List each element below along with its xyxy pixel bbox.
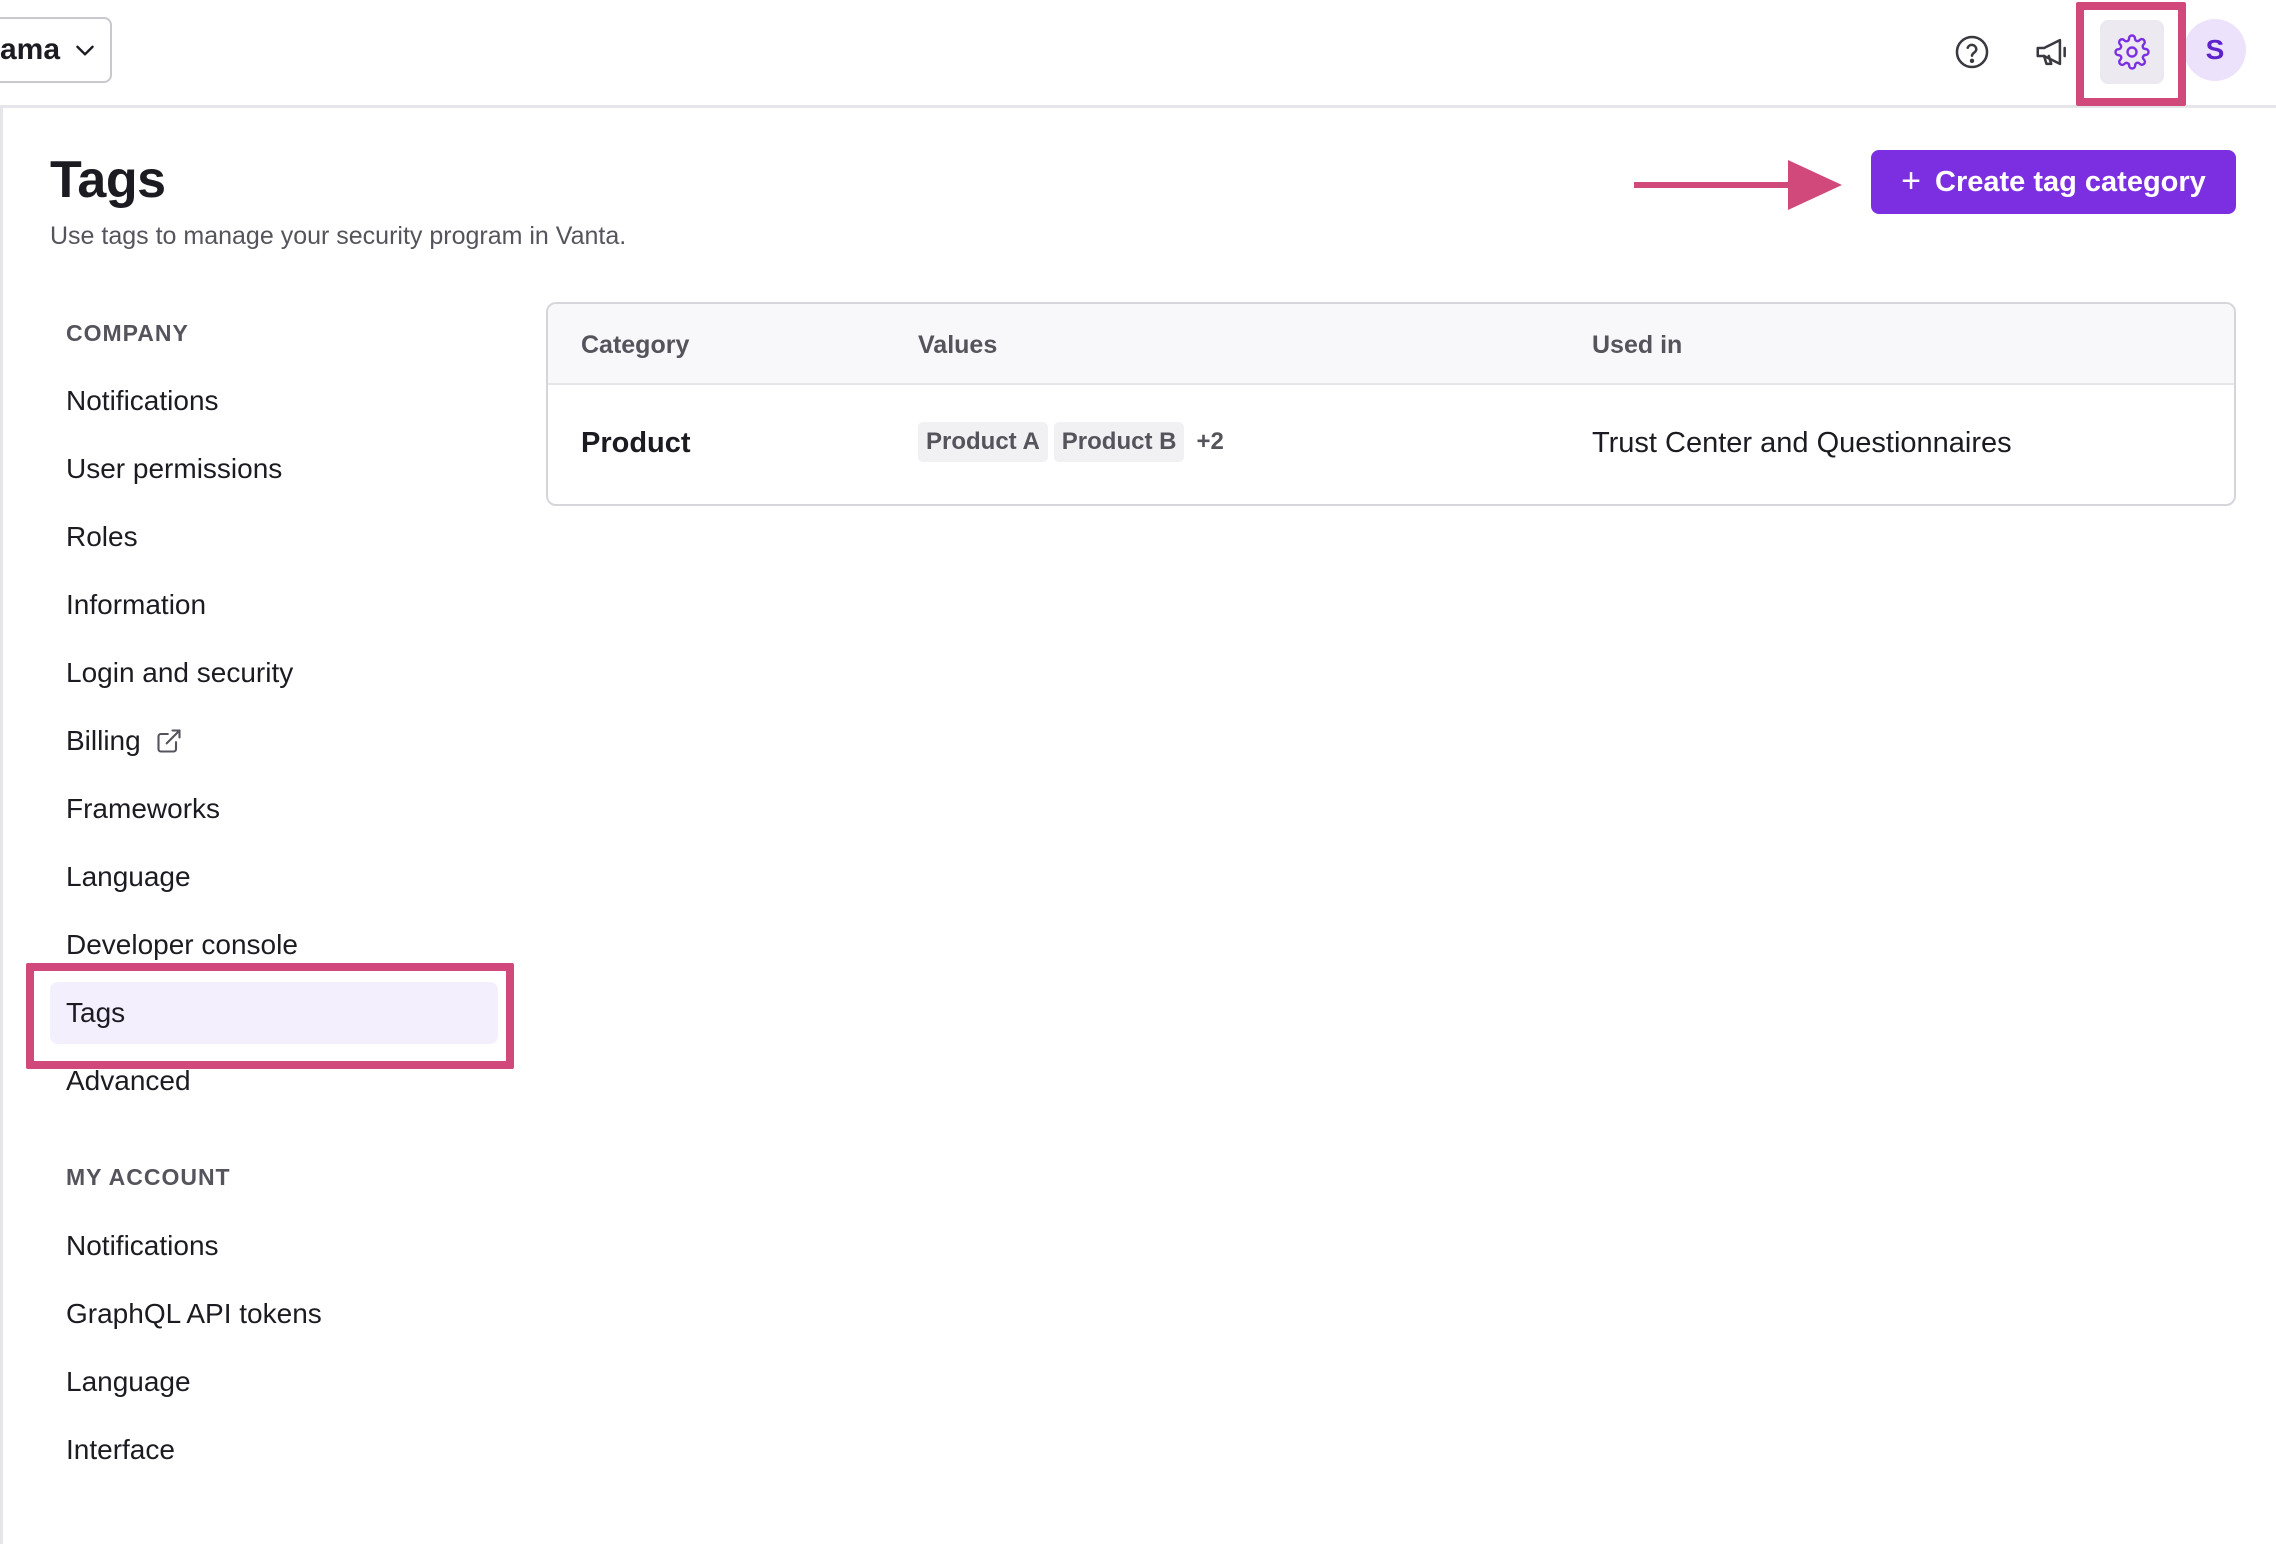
values-cell: Product A Product B +2	[918, 422, 1224, 462]
section-heading-my-account: MY ACCOUNT	[66, 1164, 231, 1190]
page-subtitle: Use tags to manage your security program…	[50, 222, 627, 250]
sidebar-item-label: Roles	[66, 521, 138, 552]
section-heading-company: COMPANY	[66, 320, 189, 346]
sidebar-item-account-notifications[interactable]: Notifications	[50, 1215, 498, 1277]
column-header-used-in[interactable]: Used in	[1592, 331, 1682, 360]
value-chip: Product A	[918, 422, 1048, 462]
more-values-count: +2	[1196, 428, 1224, 455]
sidebar-item-graphql-api-tokens[interactable]: GraphQL API tokens	[50, 1283, 498, 1345]
sidebar-item-label: Billing	[66, 725, 141, 756]
settings-tags-page: ama S Tags Use tags to manage your secur…	[0, 0, 2276, 1544]
settings-highlight-box	[2076, 2, 2186, 106]
sidebar-item-label: Developer console	[66, 929, 298, 960]
tags-highlight-box	[26, 963, 514, 1069]
sidebar-item-language[interactable]: Language	[50, 846, 498, 908]
sidebar-item-label: Advanced	[66, 1065, 191, 1096]
workspace-selector[interactable]: ama	[0, 17, 112, 83]
chevron-down-icon	[76, 45, 94, 56]
top-bar: ama S	[0, 0, 2276, 108]
arrow-annotation-icon	[1634, 160, 1842, 210]
user-avatar[interactable]: S	[2184, 19, 2246, 81]
sidebar-item-label: Information	[66, 589, 207, 620]
create-tag-category-label: Create tag category	[1935, 165, 2206, 198]
value-chip: Product B	[1053, 422, 1185, 462]
sidebar-item-account-language[interactable]: Language	[50, 1351, 498, 1413]
announcements-button[interactable]	[2020, 20, 2084, 84]
external-link-icon	[157, 729, 181, 753]
sidebar-item-roles[interactable]: Roles	[50, 506, 498, 568]
sidebar-item-label: GraphQL API tokens	[66, 1298, 322, 1329]
content-divider	[0, 108, 3, 1544]
sidebar-item-interface[interactable]: Interface	[50, 1419, 498, 1481]
sidebar-item-login-and-security[interactable]: Login and security	[50, 642, 498, 704]
sidebar-item-label: Frameworks	[66, 793, 221, 824]
sidebar-item-label: Language	[66, 1366, 191, 1397]
help-icon	[1955, 35, 1989, 69]
sidebar-item-user-permissions[interactable]: User permissions	[50, 438, 498, 500]
sidebar-item-frameworks[interactable]: Frameworks	[50, 778, 498, 840]
sidebar-item-billing[interactable]: Billing	[50, 710, 498, 772]
sidebar-item-label: Language	[66, 861, 191, 892]
sidebar-item-label: Interface	[66, 1434, 175, 1465]
used-in-cell: Trust Center and Questionnaires	[1592, 427, 2012, 459]
create-tag-category-button[interactable]: + Create tag category	[1871, 150, 2236, 214]
megaphone-icon	[2036, 38, 2066, 66]
table-header: Category Values Used in	[548, 304, 2234, 385]
plus-icon: +	[1901, 161, 1922, 200]
tag-categories-table: Category Values Used in Product Product …	[546, 302, 2236, 506]
table-row[interactable]: Product Product A Product B +2 Trust Cen…	[548, 385, 2234, 504]
sidebar-item-label: User permissions	[66, 453, 283, 484]
sidebar-item-information[interactable]: Information	[50, 574, 498, 636]
category-cell: Product	[581, 427, 691, 459]
sidebar-item-label: Login and security	[66, 657, 294, 688]
column-header-category[interactable]: Category	[581, 331, 689, 360]
workspace-name: ama	[0, 33, 61, 66]
sidebar-item-label: Notifications	[66, 1230, 219, 1261]
sidebar-item-label: Notifications	[66, 385, 219, 416]
help-button[interactable]	[1940, 20, 2004, 84]
column-header-values[interactable]: Values	[918, 331, 997, 360]
page-title: Tags	[50, 151, 166, 209]
sidebar-item-notifications[interactable]: Notifications	[50, 370, 498, 432]
